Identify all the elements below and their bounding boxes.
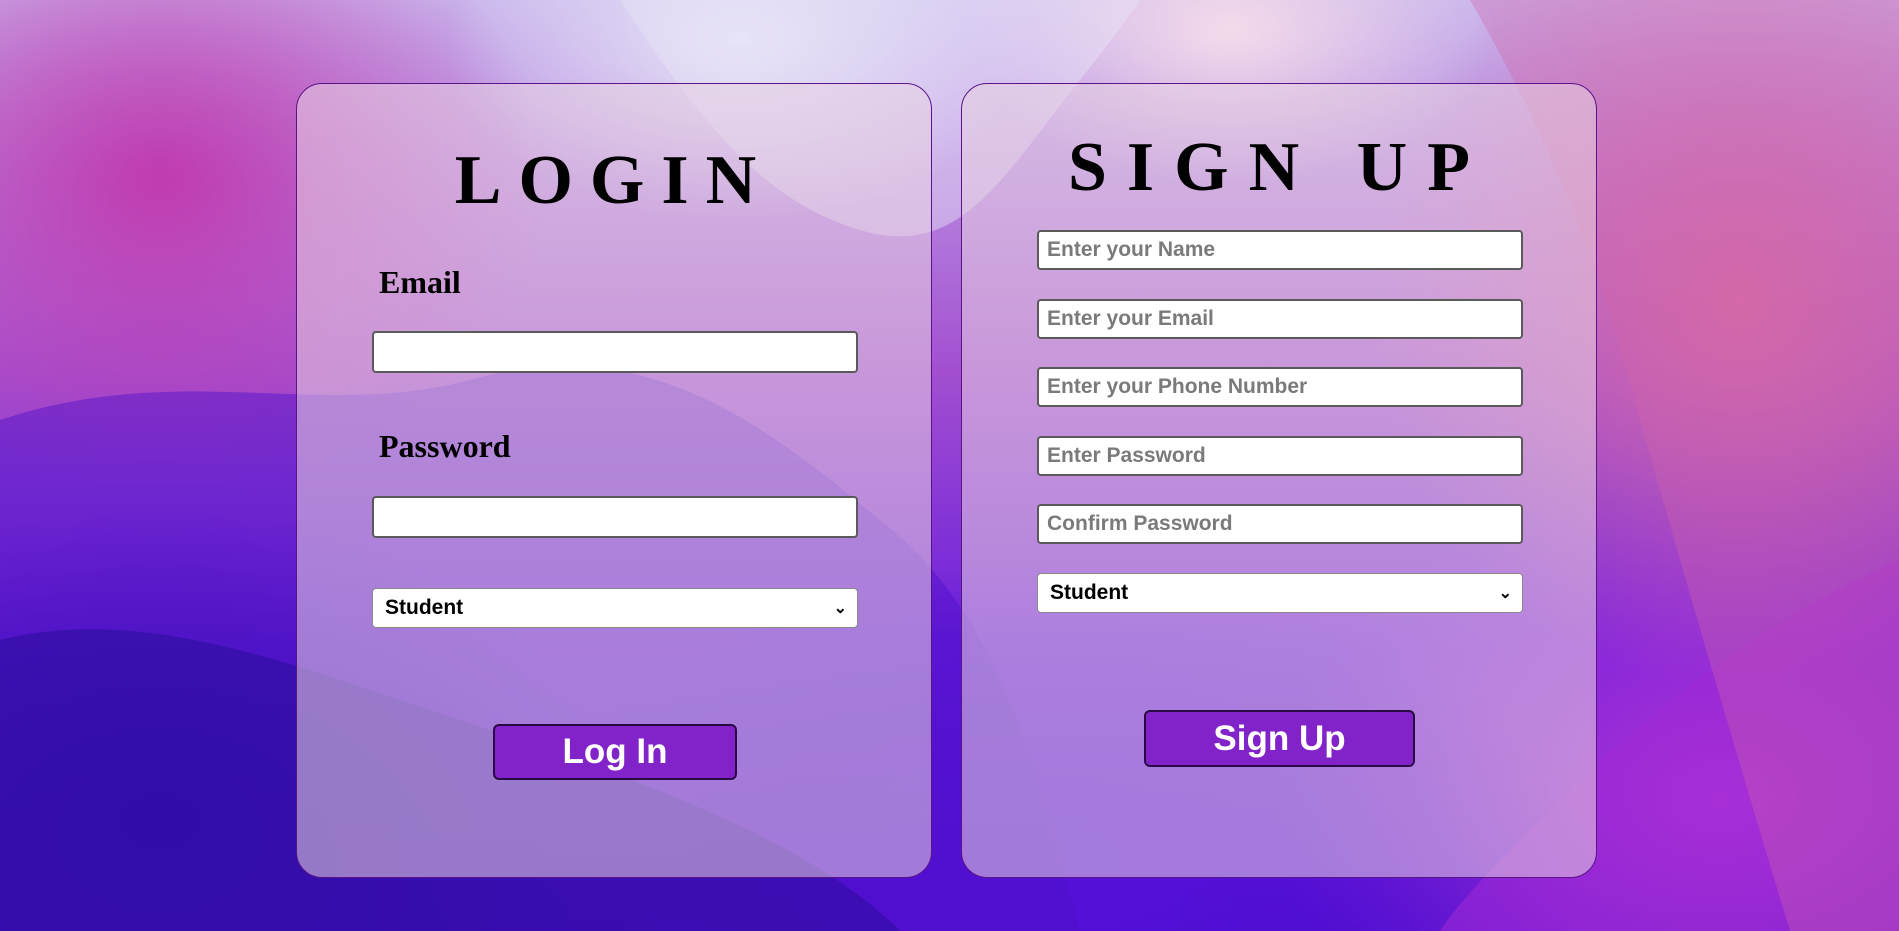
email-label: Email xyxy=(379,264,461,300)
signup-button[interactable]: Sign Up xyxy=(1144,710,1415,767)
signup-card: SIGN UP Student ⌄ Sign Up xyxy=(961,83,1597,878)
login-role-selected-value: Student xyxy=(385,596,464,619)
signup-password-input[interactable] xyxy=(1037,436,1523,476)
signup-confirm-password-input[interactable] xyxy=(1037,504,1523,544)
chevron-down-icon: ⌄ xyxy=(1498,585,1512,602)
login-card: LOGIN Email Password Student ⌄ Log In xyxy=(296,83,932,878)
chevron-down-icon: ⌄ xyxy=(833,600,847,617)
login-password-input[interactable] xyxy=(372,496,858,538)
login-email-input[interactable] xyxy=(372,331,858,373)
background-waves xyxy=(0,0,1899,931)
signup-title: SIGN UP xyxy=(1068,129,1490,206)
login-button[interactable]: Log In xyxy=(493,724,737,780)
signup-name-input[interactable] xyxy=(1037,230,1523,270)
signup-role-select[interactable]: Student ⌄ xyxy=(1037,573,1523,613)
password-label: Password xyxy=(379,428,511,464)
signup-role-selected-value: Student xyxy=(1050,581,1129,604)
signup-email-input[interactable] xyxy=(1037,299,1523,339)
login-role-select[interactable]: Student ⌄ xyxy=(372,588,858,628)
signup-phone-input[interactable] xyxy=(1037,367,1523,407)
login-title: LOGIN xyxy=(454,142,774,219)
